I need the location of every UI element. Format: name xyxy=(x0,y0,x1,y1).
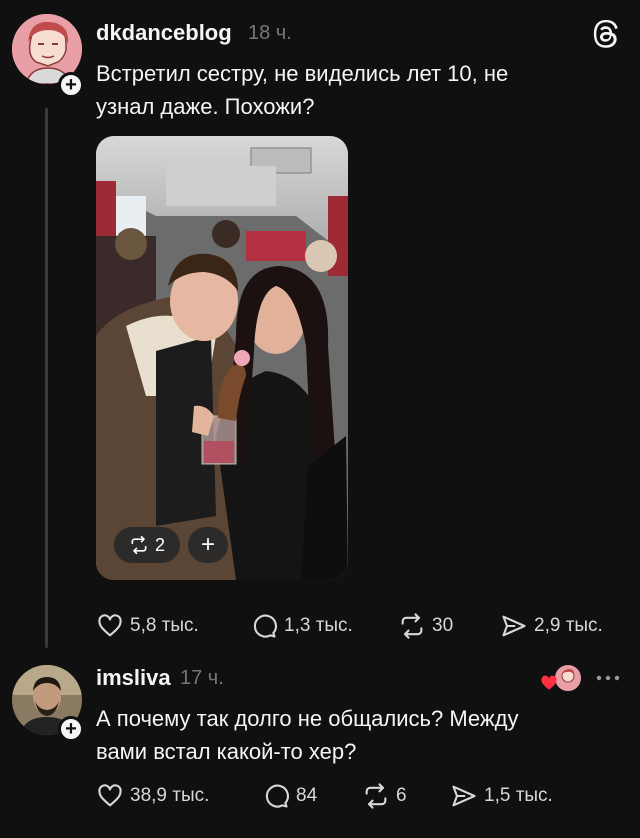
comment-icon xyxy=(253,614,277,638)
post-text-line-2: узнал даже. Похожи? xyxy=(96,94,315,119)
comment-icon xyxy=(265,784,289,808)
bus-selfie-photo xyxy=(96,136,348,580)
comment-count: 1,3 тыс. xyxy=(284,615,353,636)
photo-repost-count: 2 xyxy=(154,534,165,555)
reply-share-count: 1,5 тыс. xyxy=(484,785,553,806)
reply-repost-count: 6 xyxy=(396,785,407,806)
share-action[interactable]: 2,9 тыс. xyxy=(500,612,603,640)
post-photo[interactable]: 2 + xyxy=(96,136,348,580)
post-text: Встретил сестру, не виделись лет 10, не … xyxy=(96,57,616,123)
repost-count: 30 xyxy=(432,615,454,636)
reply-timestamp: 17 ч. xyxy=(180,667,224,689)
reply-repost-action[interactable]: 6 xyxy=(362,782,407,810)
send-icon xyxy=(452,785,476,807)
share-count: 2,9 тыс. xyxy=(534,615,603,636)
send-icon xyxy=(502,615,526,637)
reply-share-action[interactable]: 1,5 тыс. xyxy=(450,782,553,810)
follow-plus-button-reply[interactable]: + xyxy=(58,716,84,742)
reply-comment-action[interactable]: 84 xyxy=(262,782,317,810)
reply-text-line-1: А почему так долго не общались? Между xyxy=(96,706,519,731)
photo-repost-pill[interactable]: 2 xyxy=(114,527,180,563)
reply-comment-count: 84 xyxy=(296,785,318,806)
reply-like-count: 38,9 тыс. xyxy=(130,785,210,806)
thread-connector-line xyxy=(45,108,48,648)
reply-username[interactable]: imsliva xyxy=(96,665,171,691)
liked-heart-icon xyxy=(541,675,557,690)
repost-icon xyxy=(131,535,147,555)
reply-text: А почему так долго не общались? Между ва… xyxy=(96,702,616,768)
reply-like-action[interactable]: 38,9 тыс. xyxy=(96,782,209,810)
post-text-line-1: Встретил сестру, не виделись лет 10, не xyxy=(96,61,509,86)
repost-icon xyxy=(365,783,387,809)
more-dots-icon[interactable] xyxy=(594,668,622,688)
post-timestamp: 18 ч. xyxy=(248,22,292,44)
author-mini-avatar xyxy=(554,664,582,692)
photo-add-button[interactable]: + xyxy=(188,527,228,563)
heart-icon xyxy=(98,614,122,637)
threads-icon[interactable] xyxy=(592,19,620,48)
follow-plus-button[interactable]: + xyxy=(58,72,84,98)
like-action[interactable]: 5,8 тыс. xyxy=(96,612,199,640)
like-count: 5,8 тыс. xyxy=(130,615,199,636)
repost-icon xyxy=(401,613,423,639)
post-username[interactable]: dkdanceblog xyxy=(96,20,232,46)
comment-action[interactable]: 1,3 тыс. xyxy=(250,612,353,640)
heart-icon xyxy=(98,784,122,807)
author-liked-badge xyxy=(540,664,582,692)
repost-action[interactable]: 30 xyxy=(398,612,453,640)
reply-text-line-2: вами встал какой-то хер? xyxy=(96,739,357,764)
